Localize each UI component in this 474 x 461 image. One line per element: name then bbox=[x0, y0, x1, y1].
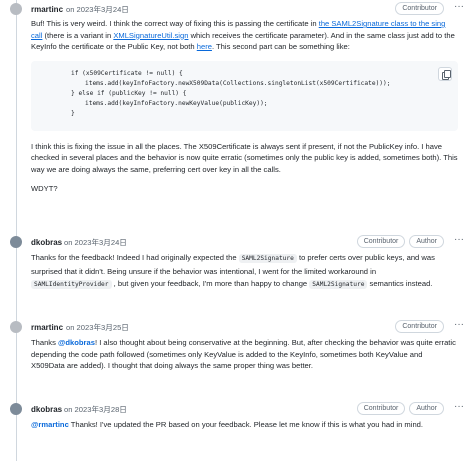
comment-text: Thanks! I've updated the PR based on you… bbox=[68, 420, 423, 429]
comment-text: , but given your feedback, I'm more than… bbox=[111, 279, 310, 288]
inline-code: SAMLIdentityProvider bbox=[31, 280, 112, 289]
comment: rmartinc on 2023年3月25日 Contributor ··· T… bbox=[0, 318, 474, 370]
contributor-badge: Contributor bbox=[395, 2, 444, 15]
code-line: } else if (publicKey != null) { bbox=[71, 89, 187, 97]
more-options-icon[interactable]: ··· bbox=[454, 319, 464, 330]
comment-body: Thanks for the feedback! Indeed I had or… bbox=[31, 252, 458, 300]
comment-text: Buf! This is very weird. I think the cor… bbox=[31, 19, 319, 28]
contributor-badge: Contributor bbox=[356, 402, 406, 415]
comment-header: rmartinc on 2023年3月25日 Contributor ··· bbox=[0, 318, 474, 336]
comment-text: ! I also thought about being conservativ… bbox=[31, 338, 456, 370]
here-link[interactable]: here bbox=[197, 42, 212, 51]
author-name[interactable]: rmartinc bbox=[31, 323, 63, 332]
comment-text: semantics instead. bbox=[367, 279, 433, 288]
more-options-icon[interactable]: ··· bbox=[454, 234, 464, 245]
comment-header: dkobras on 2023年3月24日 Contributor Author… bbox=[0, 233, 474, 251]
comment-date[interactable]: on 2023年3月25日 bbox=[66, 322, 129, 333]
author-name[interactable]: dkobras bbox=[31, 405, 62, 414]
inline-code: SAML2Signature bbox=[238, 254, 297, 263]
code-line: } bbox=[71, 109, 75, 117]
comment-body: Buf! This is very weird. I think the cor… bbox=[31, 18, 458, 203]
timeline-line bbox=[16, 0, 17, 461]
comment-header: dkobras on 2023年3月28日 Contributor Author… bbox=[0, 400, 474, 418]
xml-signature-util-link[interactable]: XMLSignatureUtil.sign bbox=[113, 31, 188, 40]
comment-body: @rmartinc Thanks! I've updated the PR ba… bbox=[31, 419, 458, 439]
comment-text: (there is a variant in bbox=[42, 30, 114, 40]
code-line: items.add(keyInfoFactory.newX509Data(Col… bbox=[85, 79, 391, 87]
comment: dkobras on 2023年3月28日 Contributor Author… bbox=[0, 400, 474, 429]
comment-text: I think this is fixing the issue in all … bbox=[31, 141, 458, 174]
comment-text: . This second part can be something like… bbox=[211, 42, 350, 51]
code-block: if (x509Certificate != null) { items.add… bbox=[31, 60, 458, 131]
author-name[interactable]: rmartinc bbox=[31, 5, 63, 14]
comment-header: rmartinc on 2023年3月24日 Contributor ··· bbox=[0, 0, 474, 18]
user-mention[interactable]: @dkobras bbox=[58, 338, 95, 347]
avatar[interactable] bbox=[10, 3, 22, 15]
avatar[interactable] bbox=[10, 321, 22, 333]
contributor-badge: Contributor bbox=[395, 320, 444, 333]
author-badge: Author bbox=[409, 402, 444, 415]
comment: dkobras on 2023年3月24日 Contributor Author… bbox=[0, 233, 474, 289]
comment-date[interactable]: on 2023年3月28日 bbox=[64, 404, 127, 415]
comment-date[interactable]: on 2023年3月24日 bbox=[66, 4, 129, 15]
more-options-icon[interactable]: ··· bbox=[454, 1, 464, 12]
copy-icon[interactable] bbox=[438, 66, 452, 81]
inline-code: SAML2Signature bbox=[309, 280, 368, 289]
comment-text: Thanks for the feedback! Indeed I had or… bbox=[31, 253, 239, 262]
contributor-badge: Contributor bbox=[356, 235, 406, 248]
comment-text: WDYT? bbox=[31, 184, 58, 193]
avatar[interactable] bbox=[10, 403, 22, 415]
user-mention[interactable]: @rmartinc bbox=[31, 420, 69, 429]
code-line: if (x509Certificate != null) { bbox=[71, 69, 183, 77]
comment-date[interactable]: on 2023年3月24日 bbox=[64, 237, 127, 248]
author-badge: Author bbox=[409, 235, 444, 248]
code-line: items.add(keyInfoFactory.newKeyValue(pub… bbox=[85, 99, 268, 107]
comment: rmartinc on 2023年3月24日 Contributor ··· B… bbox=[0, 0, 474, 193]
more-options-icon[interactable]: ··· bbox=[454, 401, 464, 412]
comment-text: Thanks bbox=[31, 338, 59, 347]
avatar[interactable] bbox=[10, 236, 22, 248]
comment-body: Thanks @dkobras! I also thought about be… bbox=[31, 337, 458, 380]
author-name[interactable]: dkobras bbox=[31, 238, 62, 247]
